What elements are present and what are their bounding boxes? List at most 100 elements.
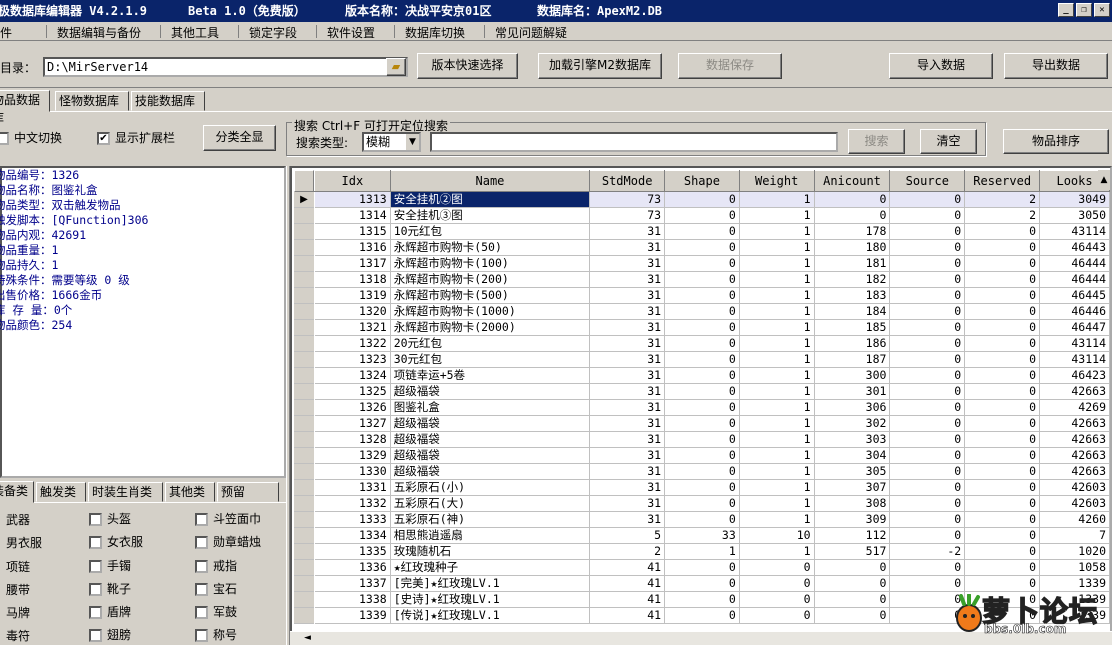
cell-shape[interactable]: 0 — [664, 287, 740, 304]
export-data-button[interactable]: 导出数据 — [1004, 53, 1108, 79]
cell-name[interactable]: 五彩原石(小) — [390, 479, 591, 496]
column-header-stdmode[interactable]: StdMode — [589, 170, 666, 192]
cell-shape[interactable]: 0 — [664, 207, 740, 224]
cell-source[interactable]: 0 — [889, 479, 966, 496]
cell-reserved[interactable]: 0 — [964, 319, 1041, 336]
directory-input[interactable]: D:\MirServer14 — [43, 57, 408, 77]
cell-idx[interactable]: 1336 — [314, 559, 391, 576]
menu-file[interactable]: 文件 — [0, 24, 12, 41]
cell-weight[interactable]: 1 — [739, 271, 815, 288]
menu-other-tools[interactable]: 其他工具 — [171, 24, 219, 41]
cell-idx[interactable]: 1338 — [314, 591, 391, 608]
category-bracelet[interactable]: 手镯 — [89, 559, 131, 573]
cell-weight[interactable]: 1 — [739, 191, 815, 208]
cell-name[interactable]: 超级福袋 — [390, 415, 591, 432]
cell-idx[interactable]: 1324 — [314, 367, 391, 384]
chevron-down-icon[interactable]: ▼ — [405, 134, 419, 150]
cell-weight[interactable]: 1 — [739, 383, 815, 400]
column-header-shape[interactable]: Shape — [664, 170, 740, 192]
category-gem[interactable]: 宝石 — [195, 582, 237, 596]
table-row[interactable]: 1315 10元红包 31 0 1 178 0 0 43114 — [314, 223, 1110, 240]
category-belt[interactable]: 腰带 — [6, 581, 30, 598]
cell-weight[interactable]: 1 — [739, 367, 815, 384]
cell-shape[interactable]: 0 — [664, 575, 740, 592]
cell-anicount[interactable]: 308 — [814, 495, 891, 512]
row-indicator[interactable] — [294, 240, 314, 256]
cell-stdmode[interactable]: 31 — [589, 447, 666, 464]
table-row[interactable]: 1332 五彩原石(大) 31 0 1 308 0 0 42603 — [314, 495, 1110, 512]
tab-monsters[interactable]: 怪物数据库 — [55, 91, 129, 111]
cell-shape[interactable]: 0 — [664, 239, 740, 256]
cell-stdmode[interactable]: 31 — [589, 335, 666, 352]
cell-reserved[interactable]: 0 — [964, 239, 1041, 256]
row-indicator[interactable] — [294, 592, 314, 608]
column-header-idx[interactable]: Idx — [314, 170, 391, 192]
cell-source[interactable]: 0 — [889, 511, 966, 528]
table-row[interactable]: 1320 永辉超市购物卡(1000) 31 0 1 184 0 0 46446 — [314, 303, 1110, 320]
category-boots[interactable]: 靴子 — [89, 582, 131, 596]
table-row[interactable]: 1323 30元红包 31 0 1 187 0 0 43114 — [314, 351, 1110, 368]
cell-weight[interactable]: 1 — [739, 255, 815, 272]
cell-weight[interactable]: 0 — [739, 607, 815, 624]
cell-stdmode[interactable]: 73 — [589, 207, 666, 224]
tab-equipment[interactable]: 装备类 — [0, 481, 34, 503]
cell-idx[interactable]: 1332 — [314, 495, 391, 512]
cell-shape[interactable]: 0 — [664, 447, 740, 464]
cell-looks[interactable]: 3050 — [1039, 207, 1110, 224]
tab-fashion-zodiac[interactable]: 时装生肖类 — [88, 482, 163, 502]
sort-items-button[interactable]: 物品排序 — [1003, 129, 1109, 154]
cell-stdmode[interactable]: 31 — [589, 303, 666, 320]
column-header-source[interactable]: Source — [889, 170, 966, 192]
row-indicator[interactable] — [294, 512, 314, 528]
column-header-name[interactable]: Name — [389, 170, 591, 192]
cell-anicount[interactable]: 184 — [814, 303, 891, 320]
cell-weight[interactable]: 1 — [739, 287, 815, 304]
cell-shape[interactable]: 0 — [664, 431, 740, 448]
cell-anicount[interactable]: 0 — [814, 191, 891, 208]
cell-looks[interactable]: 42663 — [1039, 447, 1110, 464]
menu-faq[interactable]: 常见问题解疑 — [495, 24, 567, 41]
cell-shape[interactable]: 0 — [664, 351, 740, 368]
cell-shape[interactable]: 0 — [664, 495, 740, 512]
column-header-anicount[interactable]: Anicount — [813, 170, 891, 192]
table-row[interactable]: 1314 安全挂机③图 73 0 1 0 0 2 3050 — [314, 207, 1110, 224]
cell-idx[interactable]: 1325 — [314, 383, 391, 400]
row-indicator[interactable] — [294, 288, 314, 304]
cell-idx[interactable]: 1327 — [314, 415, 391, 432]
cell-source[interactable]: 0 — [889, 191, 966, 208]
cell-reserved[interactable]: 0 — [964, 255, 1041, 272]
cell-shape[interactable]: 0 — [664, 591, 740, 608]
table-row[interactable]: 1318 永辉超市购物卡(200) 31 0 1 182 0 0 46444 — [314, 271, 1110, 288]
cell-reserved[interactable]: 0 — [964, 559, 1041, 576]
row-indicator[interactable] — [294, 336, 314, 352]
show-all-button[interactable]: 分类全显 — [203, 125, 276, 151]
cell-source[interactable]: 0 — [889, 559, 966, 576]
cell-source[interactable]: 0 — [889, 271, 966, 288]
cell-stdmode[interactable]: 73 — [589, 191, 666, 208]
cell-shape[interactable]: 0 — [664, 559, 740, 576]
cell-idx[interactable]: 1317 — [314, 255, 391, 272]
cell-idx[interactable]: 1315 — [314, 223, 391, 240]
table-row[interactable]: 1329 超级福袋 31 0 1 304 0 0 42663 — [314, 447, 1110, 464]
cell-shape[interactable]: 0 — [664, 607, 740, 624]
table-row[interactable]: 1335 玫瑰随机石 2 1 1 517 -2 0 1020 — [314, 543, 1110, 560]
cell-shape[interactable]: 33 — [664, 527, 740, 544]
cell-source[interactable]: 0 — [889, 207, 966, 224]
cell-stdmode[interactable]: 31 — [589, 271, 666, 288]
cell-idx[interactable]: 1323 — [314, 351, 391, 368]
cell-name[interactable]: [传说]★红玫瑰LV.1 — [390, 607, 591, 624]
cell-shape[interactable]: 0 — [664, 303, 740, 320]
cell-weight[interactable]: 1 — [739, 463, 815, 480]
row-indicator[interactable] — [294, 496, 314, 512]
cell-anicount[interactable]: 0 — [814, 607, 891, 624]
cell-stdmode[interactable]: 31 — [589, 255, 666, 272]
quick-select-button[interactable]: 版本快速选择 — [417, 53, 518, 79]
cell-stdmode[interactable]: 31 — [589, 223, 666, 240]
search-type-select[interactable]: 模糊 ▼ — [362, 132, 421, 152]
cell-weight[interactable]: 10 — [739, 527, 815, 544]
cell-anicount[interactable]: 300 — [814, 367, 891, 384]
cell-reserved[interactable]: 0 — [964, 495, 1041, 512]
tab-items[interactable]: 物品数据库 — [0, 90, 50, 125]
cell-idx[interactable]: 1333 — [314, 511, 391, 528]
cell-stdmode[interactable]: 31 — [589, 511, 666, 528]
